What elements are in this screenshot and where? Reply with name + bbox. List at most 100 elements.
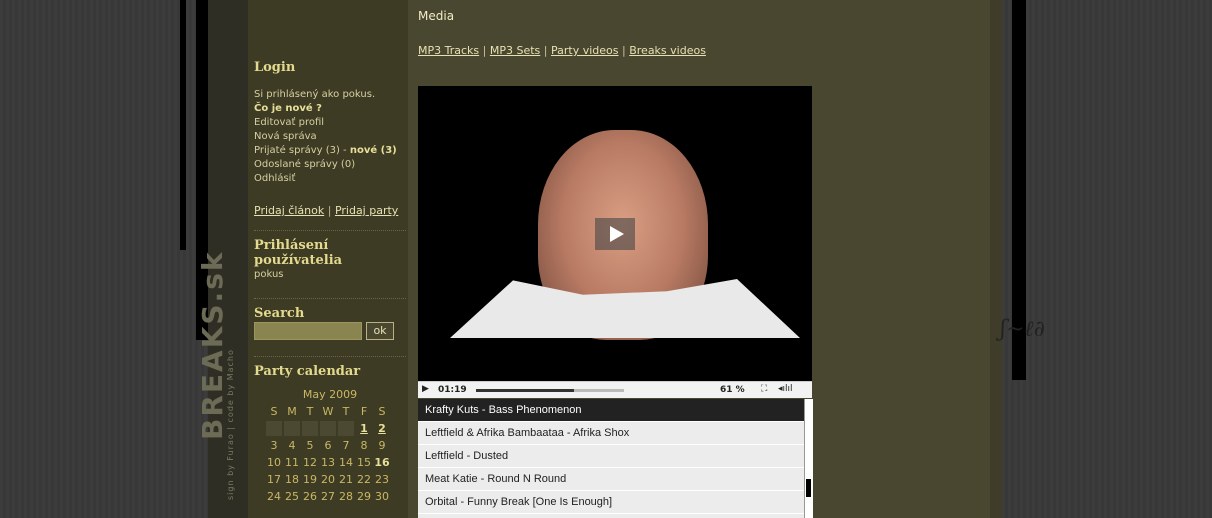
- divider: [254, 230, 406, 231]
- calendar-day: 28: [339, 490, 353, 503]
- elapsed-time: 01:19: [438, 385, 467, 395]
- weekday: T: [306, 405, 314, 418]
- nav-party-videos[interactable]: Party videos: [551, 44, 619, 57]
- calendar-day: 4: [288, 439, 296, 452]
- calendar-day: 30: [375, 490, 389, 503]
- page-background-left: [0, 0, 208, 518]
- calendar-day[interactable]: 1: [355, 420, 373, 437]
- calendar-day: 19: [303, 473, 317, 486]
- playlist-item[interactable]: Leftfield & Afrika Bambaataa - Afrika Sh…: [418, 422, 804, 445]
- decor-scribble-icon: ʃ~ℓ∂: [1000, 317, 1045, 342]
- calendar-day: 29: [357, 490, 371, 503]
- received-messages-link[interactable]: Prijaté správy (3) - nové (3): [254, 144, 397, 158]
- playlist-scrollbar[interactable]: [804, 399, 813, 518]
- nav-breaks-videos[interactable]: Breaks videos: [629, 44, 706, 57]
- login-title: Login: [254, 60, 296, 75]
- sent-messages-link[interactable]: Odoslané správy (0): [254, 158, 397, 172]
- calendar-day: 18: [285, 473, 299, 486]
- fullscreen-icon[interactable]: ⛶: [761, 384, 767, 394]
- play-icon[interactable]: ▶: [422, 384, 429, 394]
- calendar-day: 6: [324, 439, 332, 452]
- scroll-thumb[interactable]: [806, 479, 811, 497]
- calendar-day: 20: [321, 473, 335, 486]
- weekday: W: [322, 405, 334, 418]
- playlist-item[interactable]: Krafty Kuts - Bass Phenomenon: [418, 399, 804, 422]
- calendar-day: 11: [285, 456, 299, 469]
- play-overlay-icon[interactable]: [595, 218, 635, 250]
- calendar-day: 14: [339, 456, 353, 469]
- logout-link[interactable]: Odhlásiť: [254, 172, 397, 186]
- calendar-day: 22: [357, 473, 371, 486]
- weekday: S: [378, 405, 386, 418]
- video-player[interactable]: [418, 86, 812, 381]
- calendar-day-empty: [302, 421, 318, 436]
- brand-logo: BREAKS.sk: [196, 250, 229, 441]
- calendar-day: 3: [270, 439, 278, 452]
- calendar-day: 13: [321, 456, 335, 469]
- calendar-day: 12: [303, 456, 317, 469]
- nav-separator: |: [543, 44, 548, 57]
- weekday: T: [342, 405, 350, 418]
- calendar-month: May 2009: [302, 388, 358, 401]
- calendar-day[interactable]: 2: [373, 420, 391, 437]
- sidebar: Login Si prihlásený ako pokus. Čo je nov…: [248, 0, 408, 518]
- calendar-day: 15: [357, 456, 371, 469]
- weekday: S: [270, 405, 278, 418]
- nav-mp3-tracks[interactable]: MP3 Tracks: [418, 44, 479, 57]
- playlist-item[interactable]: Meat Katie - Round N Round: [418, 468, 804, 491]
- calendar-day: 5: [306, 439, 314, 452]
- weekday: M: [287, 405, 297, 418]
- playlist: Krafty Kuts - Bass Phenomenon Leftfield …: [418, 399, 804, 518]
- weekday: F: [360, 405, 368, 418]
- divider: [254, 356, 406, 357]
- nav-separator: |: [622, 44, 626, 57]
- calendar-week: 3 4 5 6 7 8 9: [265, 437, 395, 454]
- divider: [254, 298, 406, 299]
- online-user[interactable]: pokus: [254, 268, 342, 282]
- nav-mp3-sets[interactable]: MP3 Sets: [490, 44, 540, 57]
- player-controls: ▶ 01:19 61 % ⛶ ◂ılıl: [418, 381, 812, 398]
- playlist-item[interactable]: Leftfield - Dusted: [418, 445, 804, 468]
- calendar-day: 7: [342, 439, 350, 452]
- calendar-day: 26: [303, 490, 317, 503]
- calendar-day-empty: [320, 421, 336, 436]
- nav-separator: |: [482, 44, 487, 57]
- seek-progress: [476, 389, 574, 392]
- calendar-day-empty: [266, 421, 282, 436]
- calendar-day-today: 16: [374, 456, 390, 469]
- online-users-title: Prihlásení používatelia: [254, 238, 343, 268]
- add-party-link[interactable]: Pridaj party: [335, 204, 398, 217]
- calendar-day: 25: [285, 490, 299, 503]
- calendar-week: 10 11 12 13 14 15 16: [265, 454, 395, 471]
- calendar-weekdays: S M T W T F S: [265, 403, 395, 420]
- calendar-day: 24: [267, 490, 281, 503]
- logged-as-text: Si prihlásený ako pokus.: [254, 89, 376, 100]
- seek-bar[interactable]: [476, 389, 624, 392]
- calendar-day-empty: [338, 421, 354, 436]
- calendar-week: 17 18 19 20 21 22 23: [265, 471, 395, 488]
- search-ok-button[interactable]: ok: [366, 322, 394, 340]
- credit: sign by Furao | code by Macho: [226, 349, 246, 518]
- add-article-link[interactable]: Pridaj článok: [254, 204, 324, 217]
- playlist-item[interactable]: Orbital - Funny Break [One Is Enough]: [418, 491, 804, 514]
- volume-icon[interactable]: ◂ılıl: [778, 384, 793, 394]
- calendar-week: 1 2: [265, 420, 395, 437]
- calendar-day: 8: [360, 439, 368, 452]
- calendar-day: 23: [375, 473, 389, 486]
- search-input[interactable]: [254, 322, 362, 340]
- edit-profile-link[interactable]: Editovať profil: [254, 116, 397, 130]
- calendar-day: 10: [267, 456, 281, 469]
- calendar-day: 17: [267, 473, 281, 486]
- calendar-day-empty: [284, 421, 300, 436]
- credit-text: sign by Furao | code by Macho: [226, 349, 235, 500]
- whats-new-link[interactable]: Čo je nové ?: [254, 102, 397, 116]
- page-title: Media: [418, 9, 455, 23]
- calendar-day: 9: [378, 439, 386, 452]
- new-message-link[interactable]: Nová správa: [254, 130, 397, 144]
- calendar-day: 27: [321, 490, 335, 503]
- main-content: Media MP3 Tracks | MP3 Sets | Party vide…: [408, 0, 998, 518]
- volume-percent: 61 %: [720, 385, 745, 395]
- calendar-week: 24 25 26 27 28 29 30: [265, 488, 395, 505]
- calendar-title: Party calendar: [254, 364, 361, 379]
- search-title: Search: [254, 306, 305, 321]
